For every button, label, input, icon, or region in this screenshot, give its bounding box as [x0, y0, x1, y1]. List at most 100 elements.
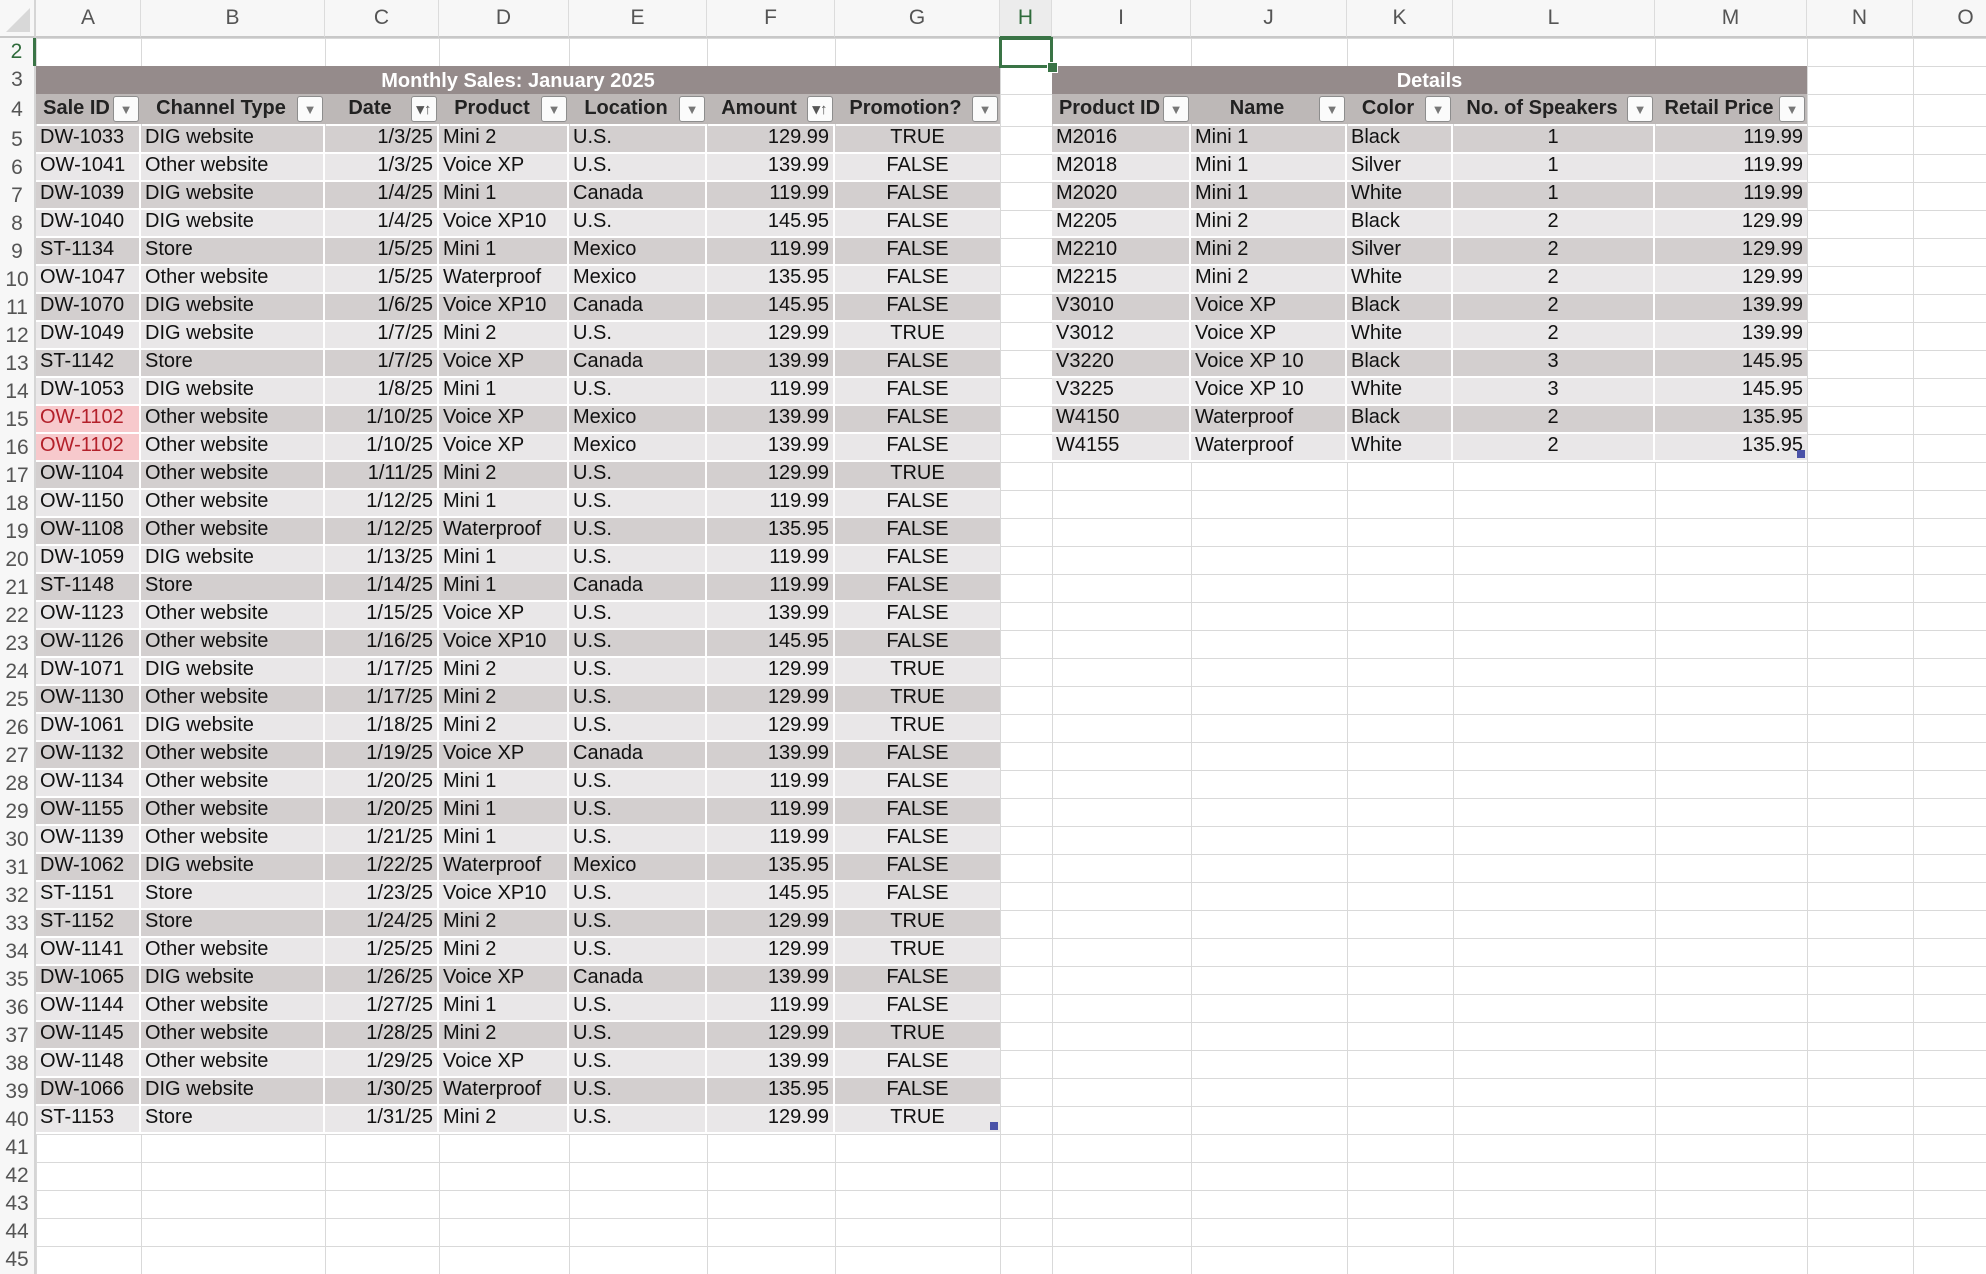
sales-table-cell[interactable]: TRUE [835, 1106, 1000, 1134]
row-header-35[interactable]: 35 [0, 966, 36, 994]
sales-table-cell[interactable]: OW-1108 [36, 518, 141, 546]
sales-table-cell[interactable]: DIG website [141, 546, 325, 574]
sales-table-cell[interactable]: DW-1070 [36, 294, 141, 322]
sales-table-cell[interactable]: OW-1139 [36, 826, 141, 854]
sales-table-cell[interactable]: U.S. [569, 210, 707, 238]
column-header-h[interactable]: H [1000, 0, 1052, 38]
sales-table-cell[interactable]: OW-1150 [36, 490, 141, 518]
column-header-m[interactable]: M [1655, 0, 1807, 38]
sales-table-cell[interactable]: FALSE [835, 1050, 1000, 1078]
sales-table-cell[interactable]: 1/20/25 [325, 770, 439, 798]
sales-table-cell[interactable]: Canada [569, 574, 707, 602]
sales-table-cell[interactable]: U.S. [569, 910, 707, 938]
sales-table-cell[interactable]: U.S. [569, 546, 707, 574]
sort-ascending-filter-button[interactable]: ▾↑ [807, 96, 833, 122]
sales-table-cell[interactable]: 139.99 [707, 434, 835, 462]
sales-table-cell[interactable]: Voice XP [439, 1050, 569, 1078]
sales-table-cell[interactable]: U.S. [569, 1022, 707, 1050]
sales-table-cell[interactable]: 1/18/25 [325, 714, 439, 742]
sales-table-cell[interactable]: DIG website [141, 658, 325, 686]
sales-table-cell[interactable]: 119.99 [707, 238, 835, 266]
sales-table-cell[interactable]: 1/8/25 [325, 378, 439, 406]
sales-table-cell[interactable]: U.S. [569, 994, 707, 1022]
sales-table-cell[interactable]: FALSE [835, 238, 1000, 266]
details-table-cell[interactable]: V3220 [1052, 350, 1191, 378]
row-header-12[interactable]: 12 [0, 322, 36, 350]
sales-table-duplicate-cell[interactable]: OW-1102 [36, 406, 141, 434]
details-table-cell[interactable]: Voice XP 10 [1191, 378, 1347, 406]
sales-table-cell[interactable]: Waterproof [439, 518, 569, 546]
sales-table-cell[interactable]: 1/12/25 [325, 518, 439, 546]
row-header-32[interactable]: 32 [0, 882, 36, 910]
details-table-cell[interactable]: Mini 2 [1191, 210, 1347, 238]
row-header-10[interactable]: 10 [0, 266, 36, 294]
details-table-cell[interactable]: Voice XP [1191, 294, 1347, 322]
filter-dropdown-button[interactable]: ▼ [679, 96, 705, 122]
sales-table-cell[interactable]: DW-1053 [36, 378, 141, 406]
sales-table-cell[interactable]: FALSE [835, 966, 1000, 994]
sales-table-duplicate-cell[interactable]: OW-1102 [36, 434, 141, 462]
sales-table-cell[interactable]: FALSE [835, 490, 1000, 518]
sales-table-cell[interactable]: DW-1033 [36, 126, 141, 154]
sales-table-cell[interactable]: 1/5/25 [325, 266, 439, 294]
sales-table-cell[interactable]: TRUE [835, 658, 1000, 686]
sales-table-cell[interactable]: FALSE [835, 798, 1000, 826]
sales-table-cell[interactable]: 135.95 [707, 266, 835, 294]
details-table-cell[interactable]: 2 [1453, 266, 1655, 294]
sales-table-cell[interactable]: Other website [141, 602, 325, 630]
sales-table-cell[interactable]: Other website [141, 770, 325, 798]
sales-table-cell[interactable]: 1/11/25 [325, 462, 439, 490]
details-table-cell[interactable]: 139.99 [1655, 322, 1807, 350]
details-table-cell[interactable]: M2020 [1052, 182, 1191, 210]
row-header-9[interactable]: 9 [0, 238, 36, 266]
sales-table-cell[interactable]: OW-1141 [36, 938, 141, 966]
sales-table-cell[interactable]: 145.95 [707, 630, 835, 658]
sales-table-cell[interactable]: 145.95 [707, 210, 835, 238]
sales-table-cell[interactable]: Mini 1 [439, 770, 569, 798]
sales-table-cell[interactable]: U.S. [569, 322, 707, 350]
details-table-cell[interactable]: 135.95 [1655, 434, 1807, 462]
sales-table-cell[interactable]: Voice XP10 [439, 630, 569, 658]
sales-table-cell[interactable]: U.S. [569, 462, 707, 490]
row-header-30[interactable]: 30 [0, 826, 36, 854]
spreadsheet-grid[interactable]: A B C D E F G H I J K L M N O 2 3 4 5 6 7 8 9 10 11 12 13 14 15 16 17 1… [0, 0, 1986, 1274]
details-table-cell[interactable]: 1 [1453, 154, 1655, 182]
details-table-cell[interactable]: Silver [1347, 154, 1453, 182]
sales-table-cell[interactable]: TRUE [835, 686, 1000, 714]
sales-table-cell[interactable]: OW-1132 [36, 742, 141, 770]
sales-table-cell[interactable]: Other website [141, 490, 325, 518]
details-table-cell[interactable]: 3 [1453, 350, 1655, 378]
sales-table-cell[interactable]: Store [141, 882, 325, 910]
sales-table-cell[interactable]: U.S. [569, 1050, 707, 1078]
row-header-6[interactable]: 6 [0, 154, 36, 182]
sales-table-cell[interactable]: FALSE [835, 882, 1000, 910]
sales-table-resize-handle[interactable] [990, 1122, 998, 1130]
sales-table-cell[interactable]: Other website [141, 266, 325, 294]
sales-table-cell[interactable]: 139.99 [707, 742, 835, 770]
row-header-14[interactable]: 14 [0, 378, 36, 406]
sales-table-cell[interactable]: ST-1151 [36, 882, 141, 910]
details-table-cell[interactable]: 2 [1453, 322, 1655, 350]
row-header-16[interactable]: 16 [0, 434, 36, 462]
sales-table-cell[interactable]: ST-1148 [36, 574, 141, 602]
details-table-cell[interactable]: Voice XP [1191, 322, 1347, 350]
sales-table-cell[interactable]: Voice XP [439, 406, 569, 434]
column-header-i[interactable]: I [1052, 0, 1191, 38]
sales-table-cell[interactable]: FALSE [835, 182, 1000, 210]
details-table-cell[interactable]: Black [1347, 210, 1453, 238]
sales-table-cell[interactable]: Other website [141, 686, 325, 714]
filter-dropdown-button[interactable]: ▼ [113, 96, 139, 122]
sales-table-cell[interactable]: 139.99 [707, 1050, 835, 1078]
sales-table-cell[interactable]: DIG website [141, 182, 325, 210]
sales-table-cell[interactable]: 139.99 [707, 966, 835, 994]
sales-table-cell[interactable]: FALSE [835, 406, 1000, 434]
details-table-cell[interactable]: Mini 1 [1191, 182, 1347, 210]
sales-table-cell[interactable]: 119.99 [707, 826, 835, 854]
row-header-8[interactable]: 8 [0, 210, 36, 238]
sales-table-cell[interactable]: TRUE [835, 910, 1000, 938]
sales-table-cell[interactable]: 129.99 [707, 126, 835, 154]
sales-table-cell[interactable]: Mini 1 [439, 826, 569, 854]
sales-table-cell[interactable]: Canada [569, 294, 707, 322]
sales-table-cell[interactable]: 139.99 [707, 406, 835, 434]
sales-table-cell[interactable]: Other website [141, 630, 325, 658]
